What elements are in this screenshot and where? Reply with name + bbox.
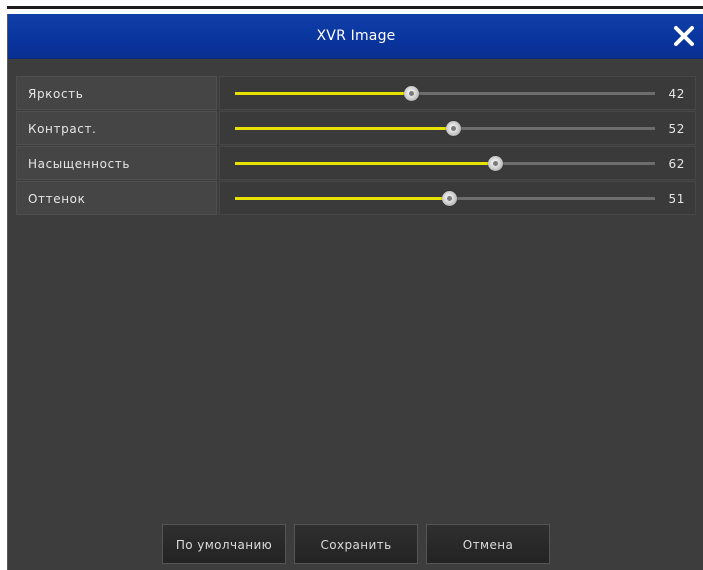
brightness-slider[interactable]: 42	[219, 76, 696, 110]
slider-value: 51	[668, 192, 685, 206]
slider-track[interactable]	[235, 156, 655, 171]
default-button[interactable]: По умолчанию	[162, 524, 286, 564]
setting-label-cell: Контраст.	[16, 111, 217, 145]
slider-fill	[235, 197, 450, 200]
close-icon[interactable]	[670, 22, 698, 50]
settings-list: Яркость 42 Контраст. 52 Насыщенность 62 …	[16, 76, 696, 216]
slider-thumb[interactable]	[442, 191, 458, 206]
dialog-title: XVR Image	[316, 28, 396, 44]
slider-thumb[interactable]	[488, 156, 504, 171]
slider-fill	[235, 92, 412, 95]
setting-label-cell: Яркость	[16, 76, 217, 110]
slider-fill	[235, 162, 496, 165]
setting-label: Контраст.	[28, 122, 97, 136]
setting-row-hue: Оттенок 51	[16, 181, 696, 215]
cancel-button[interactable]: Отмена	[426, 524, 550, 564]
slider-track[interactable]	[235, 121, 655, 136]
setting-label-cell: Оттенок	[16, 181, 217, 215]
slider-value: 62	[668, 157, 685, 171]
slider-fill	[235, 127, 454, 130]
save-button[interactable]: Сохранить	[294, 524, 418, 564]
setting-row-saturation: Насыщенность 62	[16, 146, 696, 180]
setting-row-brightness: Яркость 42	[16, 76, 696, 110]
setting-label: Яркость	[28, 87, 84, 101]
hue-slider[interactable]: 51	[219, 181, 696, 215]
slider-value: 52	[668, 122, 685, 136]
slider-track[interactable]	[235, 86, 655, 101]
slider-thumb[interactable]	[404, 86, 420, 101]
setting-row-contrast: Контраст. 52	[16, 111, 696, 145]
xvr-image-dialog: XVR Image Яркость 42 Контраст. 52 Насыще…	[7, 14, 703, 570]
setting-label-cell: Насыщенность	[16, 146, 217, 180]
slider-thumb[interactable]	[446, 121, 462, 136]
top-border	[7, 6, 703, 9]
title-bar: XVR Image	[8, 14, 703, 59]
slider-value: 42	[668, 87, 685, 101]
saturation-slider[interactable]: 62	[219, 146, 696, 180]
setting-label: Насыщенность	[28, 157, 131, 171]
slider-track[interactable]	[235, 191, 655, 206]
setting-label: Оттенок	[28, 192, 86, 206]
contrast-slider[interactable]: 52	[219, 111, 696, 145]
